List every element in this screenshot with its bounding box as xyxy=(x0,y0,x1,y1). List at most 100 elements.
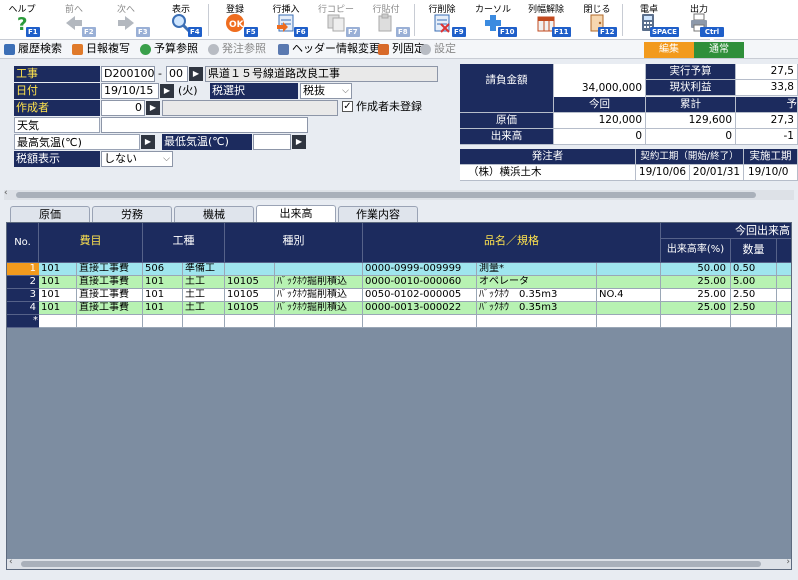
table-cell[interactable]: 土工 xyxy=(183,289,225,302)
grid-header-product[interactable]: 品名／規格 xyxy=(363,223,661,263)
author-lookup-button[interactable]: ▶ xyxy=(146,101,160,115)
max-temp-lookup-button[interactable]: ▶ xyxy=(141,135,155,149)
construction-code-field[interactable]: D2001001 xyxy=(101,66,155,82)
header-scroll-thumb[interactable] xyxy=(16,192,756,198)
table-cell[interactable] xyxy=(183,315,225,328)
table-cell[interactable] xyxy=(597,263,661,276)
min-temp-field[interactable] xyxy=(253,134,291,150)
row-number[interactable]: 1 xyxy=(7,263,39,276)
table-cell[interactable] xyxy=(225,263,275,276)
table-cell[interactable]: 2.50 xyxy=(731,302,777,315)
table-cell[interactable]: 101 xyxy=(143,302,183,315)
tab-work-content[interactable]: 作業内容 xyxy=(338,206,418,222)
table-cell[interactable] xyxy=(363,315,477,328)
show-button[interactable]: 表示 F4 xyxy=(158,0,204,40)
table-cell[interactable] xyxy=(39,315,77,328)
row-copy-button[interactable]: 行コピー F7 xyxy=(312,0,360,40)
table-cell[interactable] xyxy=(777,302,791,315)
table-cell[interactable]: 0050-0102-000005 xyxy=(363,289,477,302)
table-cell[interactable] xyxy=(143,315,183,328)
help-button[interactable]: ヘルプ ? F1 xyxy=(4,0,40,40)
tax-display-dropdown[interactable]: しない ⌵ xyxy=(101,151,173,167)
table-cell[interactable] xyxy=(597,276,661,289)
table-cell[interactable] xyxy=(777,289,791,302)
grid-header-quantity[interactable]: 数量 xyxy=(731,239,777,263)
table-cell[interactable]: 506 xyxy=(143,263,183,276)
table-cell[interactable] xyxy=(597,315,661,328)
table-cell[interactable]: 0.50 xyxy=(731,263,777,276)
grid-horizontal-scrollbar[interactable]: ‹ › xyxy=(7,557,791,569)
tab-progress[interactable]: 出来高 xyxy=(256,205,336,223)
row-delete-button[interactable]: 行削除 F9 xyxy=(418,0,466,40)
table-cell[interactable]: ﾊﾞｯｸﾎｳ 0.35m3 xyxy=(477,302,597,315)
header-change-button[interactable]: ヘッダー情報変更 xyxy=(276,41,380,57)
mode-edit-button[interactable]: 編集 xyxy=(644,42,694,58)
grid-scroll-thumb[interactable] xyxy=(21,561,761,567)
table-cell[interactable]: ﾊﾞｯｸﾎｳ掘削積込 xyxy=(275,276,363,289)
table-cell[interactable]: 101 xyxy=(143,289,183,302)
table-cell[interactable] xyxy=(731,315,777,328)
table-cell[interactable] xyxy=(275,315,363,328)
table-cell[interactable]: 101 xyxy=(143,276,183,289)
table-cell[interactable]: 25.00 xyxy=(661,302,731,315)
grid-header-cost-item[interactable]: 費目 xyxy=(39,223,143,263)
table-cell[interactable]: 2.50 xyxy=(731,289,777,302)
table-cell[interactable] xyxy=(777,315,791,328)
table-cell[interactable]: ﾊﾞｯｸﾎｳ掘削積込 xyxy=(275,302,363,315)
mode-normal-button[interactable]: 通常 xyxy=(694,42,744,58)
table-cell[interactable] xyxy=(777,263,791,276)
tax-select-dropdown[interactable]: 税抜 ⌵ xyxy=(300,83,352,99)
min-temp-lookup-button[interactable]: ▶ xyxy=(292,135,306,149)
table-cell[interactable]: 直接工事費 xyxy=(77,276,143,289)
table-cell[interactable]: 測量* xyxy=(477,263,597,276)
table-cell[interactable]: 直接工事費 xyxy=(77,302,143,315)
row-paste-button[interactable]: 行貼付 F8 xyxy=(362,0,410,40)
grid-header-kind[interactable]: 種別 xyxy=(225,223,363,263)
table-cell[interactable]: 101 xyxy=(39,302,77,315)
next-button[interactable]: 次へ F3 xyxy=(104,0,150,40)
tab-labor[interactable]: 労務 xyxy=(92,206,172,222)
table-cell[interactable] xyxy=(597,302,661,315)
table-cell[interactable]: 10105 xyxy=(225,276,275,289)
table-cell[interactable] xyxy=(661,315,731,328)
table-cell[interactable]: 0000-0999-009999 xyxy=(363,263,477,276)
construction-lookup-button[interactable]: ▶ xyxy=(189,67,203,81)
prev-button[interactable]: 前へ F2 xyxy=(52,0,96,40)
row-number[interactable]: 4 xyxy=(7,302,39,315)
table-cell[interactable] xyxy=(275,263,363,276)
table-cell[interactable]: 土工 xyxy=(183,302,225,315)
weather-field[interactable] xyxy=(101,117,308,133)
table-cell[interactable]: ﾊﾞｯｸﾎｳ掘削積込 xyxy=(275,289,363,302)
author-unregistered-checkbox[interactable]: ✓ xyxy=(342,101,353,112)
author-field[interactable]: 0 xyxy=(101,100,145,116)
daily-copy-button[interactable]: 日報複写 xyxy=(70,41,130,57)
table-cell[interactable] xyxy=(225,315,275,328)
table-cell[interactable] xyxy=(77,315,143,328)
cursor-button[interactable]: カーソル F10 xyxy=(468,0,518,40)
calculator-button[interactable]: 電卓 SPACE xyxy=(626,0,679,40)
budget-ref-button[interactable]: 予算参照 xyxy=(138,41,198,57)
date-picker-button[interactable]: ▶ xyxy=(160,84,174,98)
table-cell[interactable]: 直接工事費 xyxy=(77,263,143,276)
table-cell[interactable]: 101 xyxy=(39,263,77,276)
table-cell[interactable]: 25.00 xyxy=(661,276,731,289)
table-cell[interactable]: ﾊﾞｯｸﾎｳ 0.35m3 xyxy=(477,289,597,302)
output-button[interactable]: 出力 Ctrl P xyxy=(674,0,724,46)
close-button[interactable]: 閉じる F12 xyxy=(574,0,620,40)
construction-sub-field[interactable]: 00 xyxy=(166,66,188,82)
table-cell[interactable]: 10105 xyxy=(225,289,275,302)
table-cell[interactable]: 土工 xyxy=(183,276,225,289)
table-cell[interactable]: 準備工 xyxy=(183,263,225,276)
tab-machine[interactable]: 機械 xyxy=(174,206,254,222)
table-cell[interactable]: 101 xyxy=(39,276,77,289)
table-cell[interactable]: 0000-0010-000060 xyxy=(363,276,477,289)
row-number[interactable]: 2 xyxy=(7,276,39,289)
tab-cost[interactable]: 原価 xyxy=(10,206,90,222)
table-cell[interactable]: 10105 xyxy=(225,302,275,315)
register-button[interactable]: 登録 OK F5 xyxy=(212,0,258,40)
table-cell[interactable]: 直接工事費 xyxy=(77,289,143,302)
new-row-marker[interactable]: * xyxy=(7,315,39,328)
table-cell[interactable] xyxy=(477,315,597,328)
table-cell[interactable]: オペレータ xyxy=(477,276,597,289)
settings-button[interactable]: 設定 xyxy=(418,41,456,57)
